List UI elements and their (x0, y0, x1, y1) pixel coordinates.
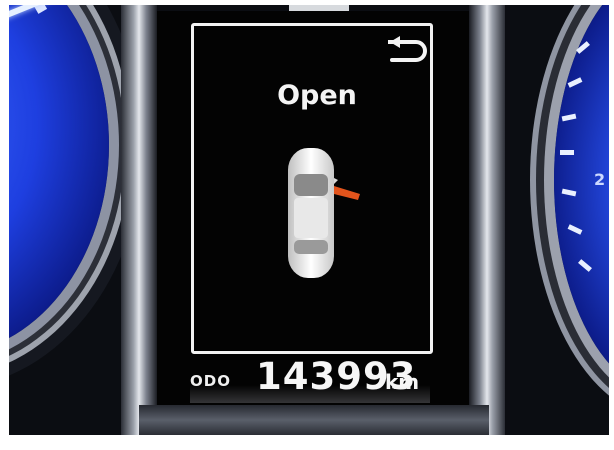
left-gauge (9, 5, 109, 355)
right-gauge-tick (567, 224, 583, 235)
return-arrow-icon (388, 36, 427, 62)
right-gauge-number: 2 (594, 170, 606, 189)
right-gauge-tick (567, 77, 583, 88)
right-gauge: 2 (554, 5, 609, 395)
chrome-trim-right (469, 5, 505, 435)
right-gauge-tick (578, 259, 592, 272)
door-status-text: Open (277, 80, 357, 111)
chrome-trim-left (121, 5, 157, 435)
bottom-trim (139, 405, 489, 435)
right-gauge-tick (576, 41, 590, 54)
car-door-open-icon (288, 148, 360, 278)
right-gauge-tick (561, 188, 577, 197)
open-door-indicator (334, 186, 360, 200)
glass-reflection (190, 385, 430, 403)
right-gauge-tick (560, 150, 574, 155)
right-gauge-tick (561, 113, 577, 122)
